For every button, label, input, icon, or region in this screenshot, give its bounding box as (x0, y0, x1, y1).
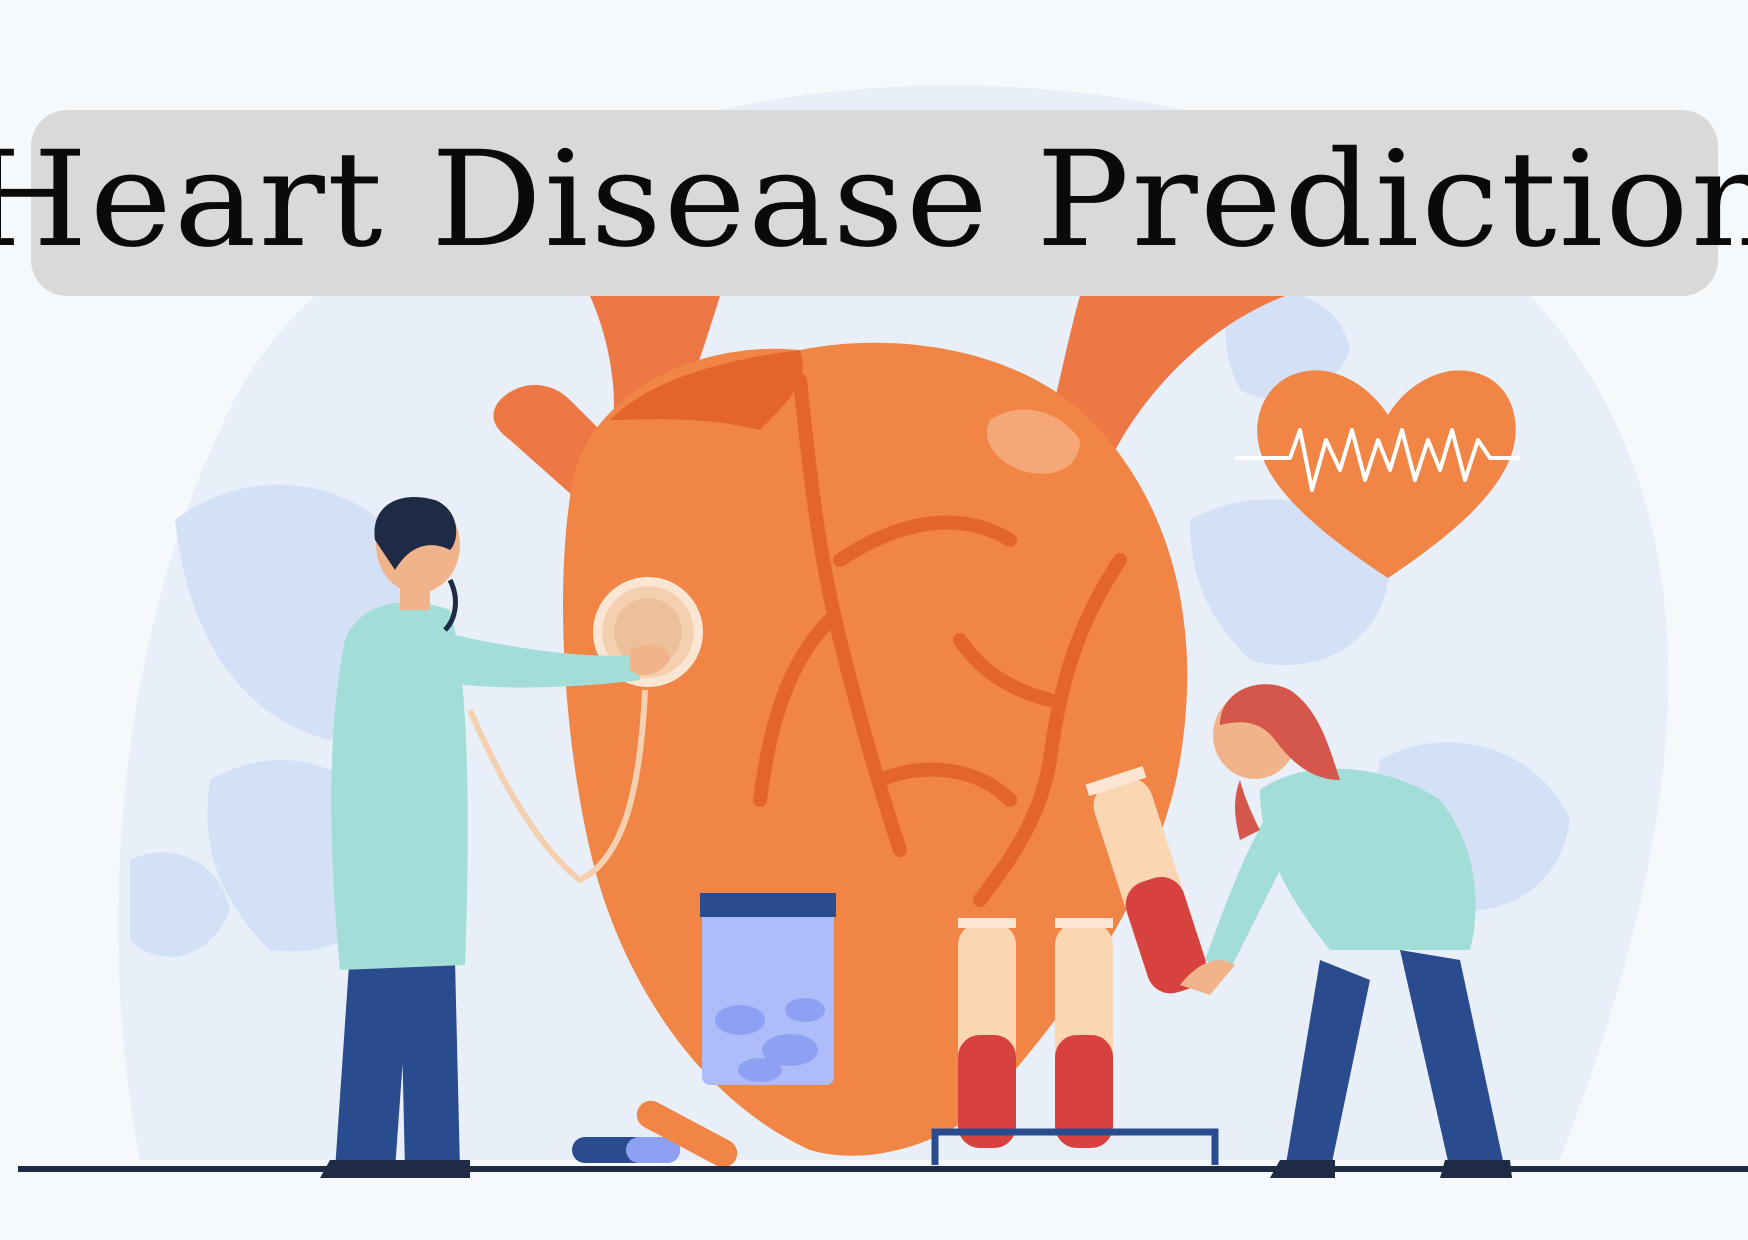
ground-line (18, 1166, 1748, 1172)
page-title: Heart Disease Prediction (0, 123, 1748, 277)
pill-jar-icon (700, 893, 836, 1085)
title-banner: Heart Disease Prediction (0, 110, 1748, 296)
